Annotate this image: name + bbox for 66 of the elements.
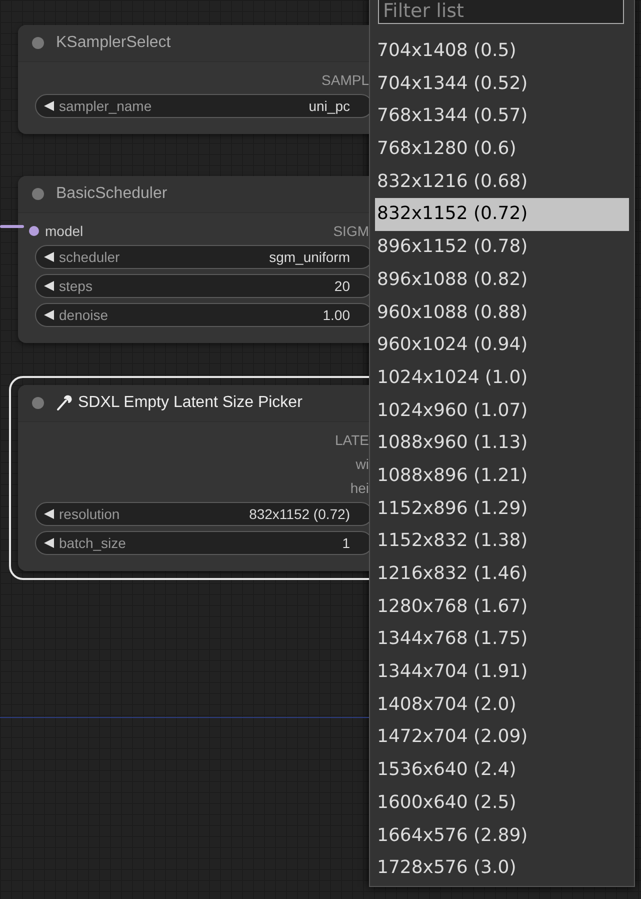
filter-field[interactable]: Filter list bbox=[378, 0, 624, 24]
menu-item[interactable]: 1024x960 (1.07) bbox=[375, 394, 629, 428]
widget-label: denoise bbox=[59, 307, 108, 323]
menu-item[interactable]: 896x1152 (0.78) bbox=[375, 231, 629, 264]
wrench-icon bbox=[56, 395, 72, 411]
widget-label: batch_size bbox=[59, 535, 126, 551]
widget-label: scheduler bbox=[59, 249, 120, 265]
menu-item[interactable]: 1024x1024 (1.0) bbox=[375, 362, 629, 395]
widget-value: 1.00 bbox=[322, 307, 350, 323]
node-status-dot[interactable] bbox=[32, 397, 44, 409]
widget-label: steps bbox=[59, 278, 92, 294]
output-label: LATE bbox=[335, 432, 369, 448]
widget-value: 832x1152 (0.72) bbox=[249, 506, 350, 522]
widget-value: sgm_uniform bbox=[269, 249, 350, 265]
widget-value: 1 bbox=[342, 535, 350, 551]
combo-widget[interactable]: denoise 1.00 bbox=[35, 303, 369, 327]
node-panel[interactable]: SDXL Empty Latent Size Picker LATE wi hei resolution 832x1152 (0.72) batch_size 1 bbox=[9, 376, 369, 580]
menu-item[interactable]: 832x1152 (0.72) bbox=[375, 198, 629, 232]
menu-item[interactable]: 1216x832 (1.46) bbox=[375, 558, 629, 591]
widget-label: resolution bbox=[59, 506, 120, 522]
node-title: BasicScheduler bbox=[56, 185, 168, 203]
output-label: SAMPL bbox=[322, 72, 369, 88]
combo-widget[interactable]: steps 20 bbox=[35, 274, 369, 298]
output-label: wi bbox=[356, 456, 369, 472]
menu-item[interactable]: 1600x640 (2.5) bbox=[375, 786, 629, 820]
left-arrow-icon[interactable] bbox=[44, 101, 54, 111]
output-label: hei bbox=[350, 480, 369, 496]
menu-item[interactable]: 1088x896 (1.21) bbox=[375, 460, 629, 493]
widget-value: 20 bbox=[334, 278, 350, 294]
menu-item[interactable]: 768x1344 (0.57) bbox=[375, 100, 629, 134]
node-status-dot[interactable] bbox=[32, 37, 44, 49]
menu-item[interactable]: 704x1344 (0.52) bbox=[375, 68, 629, 100]
output-label: SIGM bbox=[333, 223, 369, 239]
input-label: model bbox=[45, 223, 84, 239]
menu-item[interactable]: 1344x704 (1.91) bbox=[375, 656, 629, 689]
node-title: KSamplerSelect bbox=[56, 34, 171, 52]
menu-item[interactable]: 1152x896 (1.29) bbox=[375, 492, 629, 526]
left-arrow-icon[interactable] bbox=[44, 509, 54, 519]
menu-item[interactable]: 1152x832 (1.38) bbox=[375, 525, 629, 558]
left-arrow-icon[interactable] bbox=[44, 538, 54, 548]
combo-widget[interactable]: batch_size 1 bbox=[35, 531, 369, 555]
node-status-dot[interactable] bbox=[32, 188, 44, 200]
combo-widget[interactable]: resolution 832x1152 (0.72) bbox=[35, 502, 369, 526]
menu-item[interactable]: 768x1280 (0.6) bbox=[375, 133, 629, 166]
menu-item[interactable]: 832x1216 (0.68) bbox=[375, 166, 629, 198]
widget-value: uni_pc bbox=[308, 98, 350, 114]
menu-item[interactable]: 896x1088 (0.82) bbox=[375, 264, 629, 296]
menu-item[interactable]: 1408x704 (2.0) bbox=[375, 688, 629, 722]
left-arrow-icon[interactable] bbox=[44, 252, 54, 262]
input-slot-dot[interactable] bbox=[29, 226, 39, 236]
menu-item[interactable]: 1088x960 (1.13) bbox=[375, 427, 629, 460]
node-title: SDXL Empty Latent Size Picker bbox=[78, 394, 302, 412]
left-arrow-icon[interactable] bbox=[44, 281, 54, 291]
menu-item[interactable]: 1536x640 (2.4) bbox=[375, 754, 629, 787]
left-arrow-icon[interactable] bbox=[44, 310, 54, 320]
menu-item[interactable]: 1664x576 (2.89) bbox=[375, 820, 629, 852]
menu-item[interactable]: 1728x576 (3.0) bbox=[375, 852, 629, 885]
combo-widget[interactable]: scheduler sgm_uniform bbox=[35, 245, 369, 269]
menu-item[interactable]: 960x1024 (0.94) bbox=[375, 329, 629, 362]
combo-widget[interactable]: sampler_name uni_pc bbox=[35, 94, 369, 118]
menu-item[interactable]: 960x1088 (0.88) bbox=[375, 296, 629, 330]
menu-item[interactable]: 1472x704 (2.09) bbox=[375, 721, 629, 754]
widget-label: sampler_name bbox=[59, 98, 152, 114]
menu-item[interactable]: 1280x768 (1.67) bbox=[375, 590, 629, 624]
menu-item[interactable]: 704x1408 (0.5) bbox=[375, 35, 629, 68]
menu-item[interactable]: 1344x768 (1.75) bbox=[375, 623, 629, 656]
